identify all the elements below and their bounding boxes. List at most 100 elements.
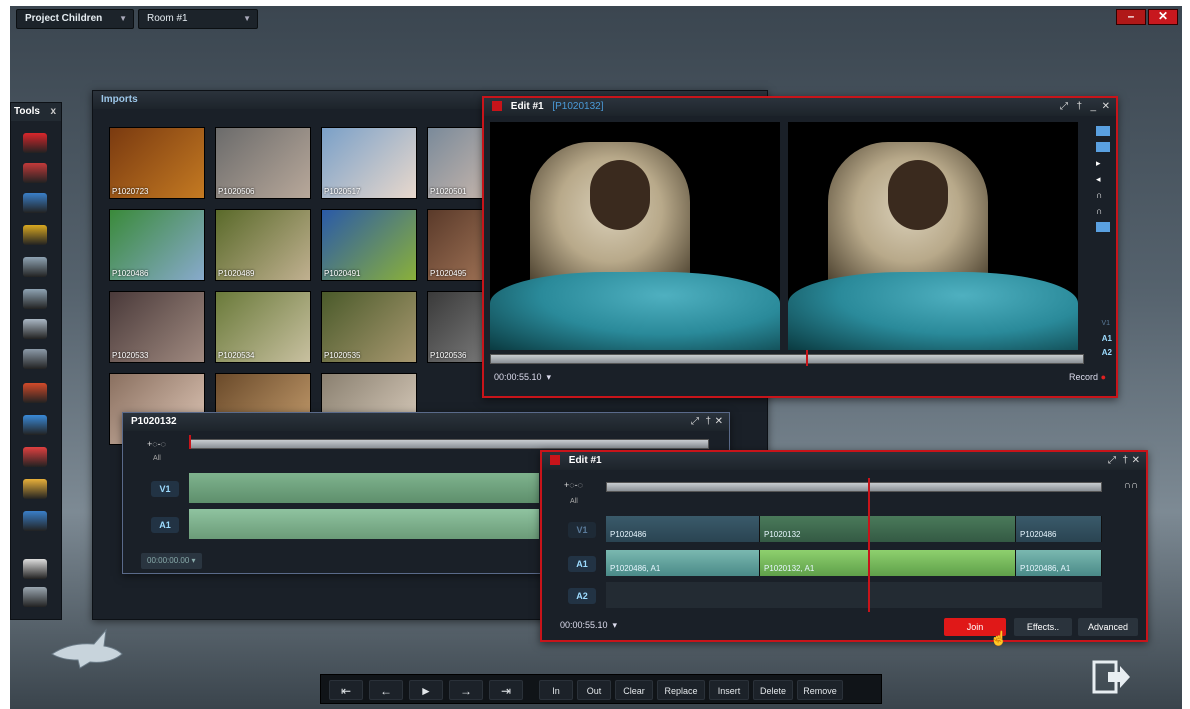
exit-icon[interactable]: [1092, 660, 1132, 694]
link-icon[interactable]: ⤢: [691, 416, 699, 427]
presets-icon[interactable]: [23, 479, 47, 499]
effects-icon[interactable]: [23, 383, 47, 403]
close-icon[interactable]: ✕: [715, 416, 723, 427]
record-dot-icon: ●: [1100, 372, 1106, 382]
track-a2[interactable]: A2: [568, 588, 596, 604]
zoom-icon[interactable]: +◌-◌: [564, 480, 583, 490]
import-thumbnail[interactable]: P1020535: [321, 291, 417, 363]
go-end-icon[interactable]: ⇥: [489, 680, 523, 700]
zoom-icon[interactable]: +◌-◌: [147, 439, 166, 449]
minimize-button[interactable]: –: [1116, 9, 1146, 25]
list-icon[interactable]: [1096, 142, 1110, 152]
home-icon[interactable]: [23, 559, 47, 579]
track-a1[interactable]: A1: [151, 517, 179, 533]
close-icon[interactable]: ✕: [1102, 101, 1110, 112]
effects-button[interactable]: Effects..: [1014, 618, 1072, 636]
mark-out-icon[interactable]: ◂: [1096, 174, 1110, 184]
pin-icon[interactable]: †: [1076, 101, 1082, 112]
timeline-video-clip[interactable]: P1020132: [760, 516, 1016, 542]
source-video-clip[interactable]: [189, 473, 539, 503]
source-audio-clip[interactable]: [189, 509, 539, 539]
headphones-icon[interactable]: ∩: [1096, 190, 1110, 200]
track-v1[interactable]: V1: [151, 481, 179, 497]
in-button[interactable]: In: [539, 680, 573, 700]
out-button[interactable]: Out: [577, 680, 611, 700]
grid-icon[interactable]: [23, 415, 47, 435]
track-v1[interactable]: V1: [568, 522, 596, 538]
import-thumbnail[interactable]: P1020723: [109, 127, 205, 199]
import-thumbnail[interactable]: P1020486: [109, 209, 205, 281]
tools-palette: Tools x: [10, 102, 62, 620]
capture-icon[interactable]: [23, 289, 47, 309]
drive-icon[interactable]: [23, 349, 47, 369]
record-button[interactable]: Record ●: [1069, 372, 1106, 382]
source-timecode[interactable]: 00:00:00.00 ▾: [141, 553, 202, 569]
headphones-icon[interactable]: ∩: [1096, 206, 1110, 216]
go-start-icon[interactable]: ⇤: [329, 680, 363, 700]
track-a1[interactable]: A1: [568, 556, 596, 572]
replace-button[interactable]: Replace: [657, 680, 705, 700]
chevron-down-icon: ▼: [119, 14, 127, 23]
upload-icon[interactable]: [1096, 222, 1110, 232]
import-thumbnail[interactable]: P1020491: [321, 209, 417, 281]
record-video-frame[interactable]: [788, 122, 1078, 350]
close-icon[interactable]: ✕: [1132, 455, 1140, 466]
source-title: P1020132: [123, 413, 729, 431]
link-icon[interactable]: ⤢: [1108, 455, 1116, 466]
timeline-audio-clip[interactable]: P1020486, A1: [606, 550, 760, 576]
import-thumbnail[interactable]: P1020489: [215, 209, 311, 281]
thumbnail-label: P1020536: [430, 351, 467, 360]
remove-button[interactable]: Remove: [797, 680, 843, 700]
source-scrubber[interactable]: [189, 439, 709, 449]
timeline-audio-clip[interactable]: P1020132, A1: [760, 550, 1016, 576]
project-dropdown[interactable]: Project Children ▼: [16, 9, 134, 29]
timeline-video-clip[interactable]: P1020486: [1016, 516, 1102, 542]
trash-icon[interactable]: [23, 587, 47, 607]
next-frame-icon[interactable]: →: [449, 680, 483, 700]
viewer-track-a2[interactable]: A2: [1102, 348, 1112, 357]
import-icon[interactable]: [23, 163, 47, 183]
play-icon[interactable]: ►: [409, 680, 443, 700]
timeline-timecode[interactable]: 00:00:55.10 ▾: [560, 620, 617, 631]
clear-button[interactable]: Clear: [615, 680, 653, 700]
room-dropdown[interactable]: Room #1 ▼: [138, 9, 258, 29]
viewer-scrubber[interactable]: [490, 354, 1084, 364]
close-button[interactable]: ✕: [1148, 9, 1178, 25]
insert-button[interactable]: Insert: [709, 680, 749, 700]
sync-icon[interactable]: [23, 319, 47, 339]
playhead-marker[interactable]: [806, 350, 808, 366]
folder-icon[interactable]: [1096, 126, 1110, 136]
track-a2-lane[interactable]: [606, 582, 1102, 608]
delete-button[interactable]: Delete: [753, 680, 793, 700]
tools-title: Tools: [14, 106, 40, 117]
import-thumbnail[interactable]: P1020534: [215, 291, 311, 363]
import-thumbnail[interactable]: P1020517: [321, 127, 417, 199]
playhead-line[interactable]: [868, 478, 870, 612]
source-video-frame[interactable]: [490, 122, 780, 350]
tools-icon[interactable]: [23, 447, 47, 467]
viewer-track-v1[interactable]: V1: [1101, 320, 1110, 327]
pin-icon[interactable]: †: [705, 416, 711, 427]
pin-icon[interactable]: †: [1122, 455, 1128, 466]
playhead-marker[interactable]: [189, 435, 191, 449]
mark-in-icon[interactable]: ▸: [1096, 158, 1110, 168]
record-icon[interactable]: [23, 133, 47, 153]
headphones-icon[interactable]: ∩∩: [1124, 480, 1138, 491]
sequence-icon[interactable]: [23, 193, 47, 213]
import-thumbnail[interactable]: P1020506: [215, 127, 311, 199]
import-thumbnail[interactable]: P1020533: [109, 291, 205, 363]
prev-frame-icon[interactable]: ←: [369, 680, 403, 700]
link-icon[interactable]: ⤢: [1060, 101, 1068, 112]
titles-icon[interactable]: [23, 257, 47, 277]
viewer-timecode[interactable]: 00:00:55.10 ▾: [494, 372, 551, 383]
advanced-button[interactable]: Advanced: [1078, 618, 1138, 636]
timeline-scrubber[interactable]: [606, 482, 1102, 492]
timeline-video-clip[interactable]: P1020486: [606, 516, 760, 542]
viewer-track-a1[interactable]: A1: [1102, 334, 1112, 343]
timeline-audio-clip[interactable]: P1020486, A1: [1016, 550, 1102, 576]
minimize-icon[interactable]: _: [1090, 101, 1096, 112]
folder-icon[interactable]: [23, 225, 47, 245]
timeline-timecode-value: 00:00:55.10: [560, 620, 608, 630]
close-icon[interactable]: x: [50, 103, 56, 121]
export-icon[interactable]: [23, 511, 47, 531]
